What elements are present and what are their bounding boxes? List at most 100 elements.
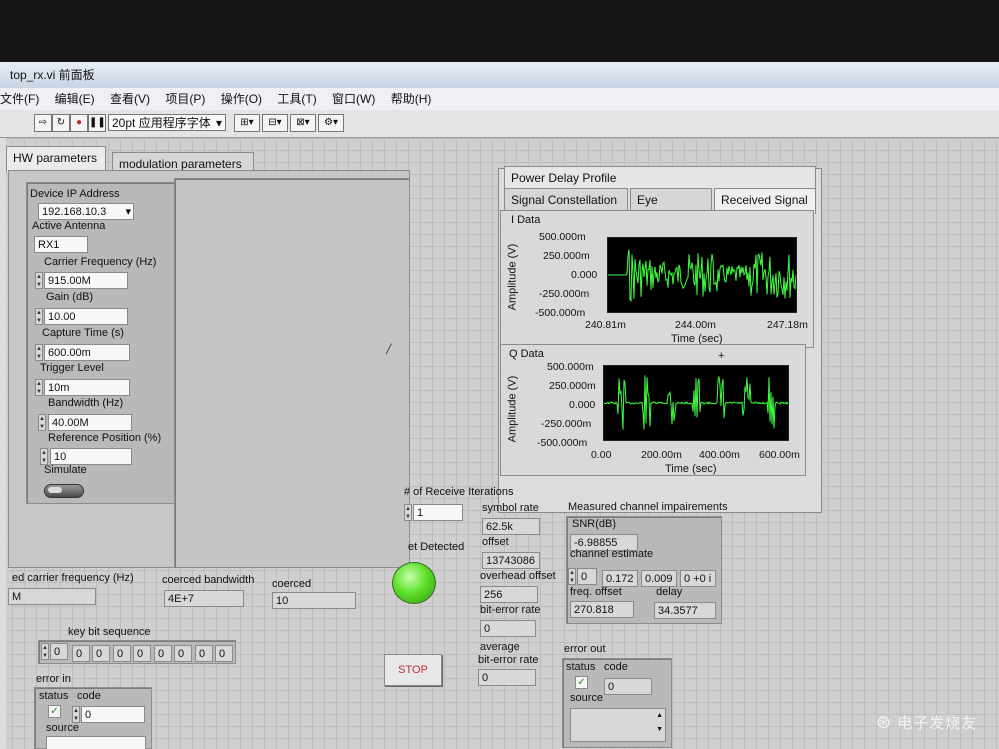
bandwidth-stepper[interactable]: ▲ ▼ — [38, 414, 46, 431]
coerced-label: coerced — [272, 578, 312, 590]
q-xtick-2: 400.00m — [699, 449, 740, 461]
menu-operate[interactable]: 操作(O) — [221, 92, 262, 106]
i-ytick-2: 0.000 — [571, 269, 598, 281]
key-bit-index[interactable]: 0 — [50, 643, 68, 660]
run-continuous-icon[interactable]: ↻ — [52, 114, 70, 132]
i-xtick-2: 247.18m — [767, 319, 808, 331]
overhead-offset-label: overhead offset — [480, 570, 556, 582]
cursor-mark-icon: ╱ — [386, 344, 392, 354]
avg-ber-label-2: bit-error rate — [478, 654, 539, 666]
watermark-logo-icon: ⊛ — [876, 712, 893, 732]
refpos-label: Reference Position (%) — [48, 432, 162, 444]
gain-field[interactable]: 10.00 — [44, 308, 128, 325]
distribute-objects-icon[interactable]: ⊟▾ — [262, 114, 288, 132]
tab-eye-diagram[interactable]: Eye Diagram — [630, 188, 712, 229]
pause-icon[interactable]: ❚❚ — [88, 114, 106, 132]
ber-field: 0 — [480, 620, 536, 637]
resize-objects-icon[interactable]: ⊠▾ — [290, 114, 316, 132]
trigger-field[interactable]: 10m — [44, 379, 130, 396]
delay-field: 34.3577 — [654, 602, 716, 619]
error-in-source-field[interactable] — [46, 736, 146, 749]
delay-label: delay — [656, 586, 683, 598]
menu-file[interactable]: 文件(F) — [0, 92, 39, 106]
trigger-label: Trigger Level — [40, 362, 104, 374]
offset-field: 13743086 — [482, 552, 540, 569]
scroll-arrows-icon[interactable]: ▲ ▼ — [656, 709, 663, 737]
tab-hw-parameters[interactable]: HW parameters — [6, 146, 106, 172]
watermark: ⊛ 电子发烧友 — [876, 712, 978, 732]
error-out-title: error out — [564, 643, 606, 655]
carrier-stepper[interactable]: ▲ ▼ — [35, 272, 43, 289]
antenna-field[interactable]: RX1 — [34, 236, 88, 253]
menu-window[interactable]: 窗口(W) — [332, 92, 375, 106]
device-ip-select[interactable]: 192.168.10.3 ▾ — [38, 203, 134, 220]
error-out-source-label: source — [570, 692, 604, 704]
overhead-offset-field: 256 — [480, 586, 538, 603]
reorder-icon[interactable]: ⚙▾ — [318, 114, 344, 132]
detected-led[interactable] — [392, 562, 436, 604]
font-selector[interactable]: 20pt 应用程序字体 ▾ — [108, 114, 226, 131]
align-objects-icon[interactable]: ⊞▾ — [234, 114, 260, 132]
error-in-code-field[interactable]: 0 — [81, 706, 145, 723]
menu-view[interactable]: 查看(V) — [110, 92, 150, 106]
snr-label: SNR(dB) — [572, 518, 617, 530]
iterations-stepper[interactable]: ▲ ▼ — [404, 504, 412, 521]
coerced-field: 10 — [272, 592, 356, 609]
i-data-plot[interactable] — [607, 237, 797, 313]
menu-help[interactable]: 帮助(H) — [391, 92, 432, 106]
coerced-carrier-field: M — [8, 588, 96, 605]
i-data-graph: I Data Amplitude (V) 500.000m 250.000m 0… — [500, 210, 814, 348]
stop-button[interactable]: STOP — [384, 654, 442, 686]
simulate-toggle[interactable] — [44, 484, 84, 498]
error-out-source-field: ▲ ▼ — [570, 708, 666, 742]
q-ytick-4: -500.000m — [537, 437, 588, 449]
gain-stepper[interactable]: ▲ ▼ — [35, 308, 43, 325]
q-xtick-1: 200.00m — [641, 449, 682, 461]
q-ytick-0: 500.000m — [547, 361, 594, 373]
refpos-field[interactable]: 10 — [50, 448, 132, 465]
capture-field[interactable]: 600.00m — [44, 344, 130, 361]
carrier-field[interactable]: 915.00M — [44, 272, 128, 289]
bandwidth-field[interactable]: 40.00M — [48, 414, 132, 431]
i-data-trace — [608, 249, 797, 303]
q-ytick-2: 0.000 — [569, 399, 596, 411]
error-out-code-field: 0 — [604, 678, 652, 695]
toolbar: ⇨ ↻ ● ❚❚ 20pt 应用程序字体 ▾ ⊞▾ ⊟▾ ⊠▾ ⚙▾ — [0, 110, 999, 138]
error-in-status-check[interactable]: ✓ — [48, 705, 61, 718]
left-scrollbar[interactable] — [0, 138, 6, 749]
coerced-bandwidth-label: coerced bandwidth — [162, 574, 255, 586]
q-data-xlabel: Time (sec) — [665, 463, 717, 475]
trigger-stepper[interactable]: ▲ ▼ — [35, 379, 43, 396]
q-ytick-3: -250.000m — [541, 418, 592, 430]
symbol-rate-field: 62.5k — [482, 518, 540, 535]
menu-tools[interactable]: 工具(T) — [277, 92, 316, 106]
bandwidth-label: Bandwidth (Hz) — [48, 397, 124, 409]
error-out-status-label: status — [566, 661, 596, 673]
capture-stepper[interactable]: ▲ ▼ — [35, 344, 43, 361]
channel-estimate-v2: 0.009 — [641, 570, 677, 587]
hw-empty-area — [174, 178, 410, 568]
channel-estimate-v1: 0.172 — [602, 570, 638, 587]
i-ytick-4: -500.000m — [535, 307, 586, 319]
antenna-label: Active Antenna — [32, 220, 106, 232]
front-panel: HW parameters modulation parameters Devi… — [0, 138, 999, 749]
q-data-plot[interactable] — [603, 365, 789, 441]
key-bit-stepper[interactable]: ▲ ▼ — [41, 643, 49, 660]
tab-power-delay-profile[interactable]: Power Delay Profile — [504, 166, 816, 188]
abort-icon[interactable]: ● — [70, 114, 88, 132]
coerced-bandwidth-field: 4E+7 — [164, 590, 244, 607]
error-in-code-stepper[interactable]: ▲ ▼ — [72, 706, 80, 723]
tab-signal-constellation[interactable]: Signal Constellation — [504, 188, 628, 210]
iterations-field[interactable]: 1 — [413, 504, 463, 521]
refpos-stepper[interactable]: ▲ ▼ — [40, 448, 48, 465]
toggle-knob — [48, 487, 62, 493]
q-data-graph: Q Data Amplitude (V) 500.000m 250.000m 0… — [500, 344, 806, 476]
menu-edit[interactable]: 编辑(E) — [55, 92, 95, 106]
error-in-code-label: code — [77, 690, 101, 702]
channel-estimate-index[interactable]: 0 — [577, 568, 597, 585]
channel-estimate-stepper[interactable]: ▲ ▼ — [568, 568, 576, 585]
key-bit-2: 0 — [113, 645, 131, 662]
gain-label: Gain (dB) — [46, 291, 94, 303]
run-arrow-icon[interactable]: ⇨ — [34, 114, 52, 132]
menu-project[interactable]: 项目(P) — [165, 92, 205, 106]
